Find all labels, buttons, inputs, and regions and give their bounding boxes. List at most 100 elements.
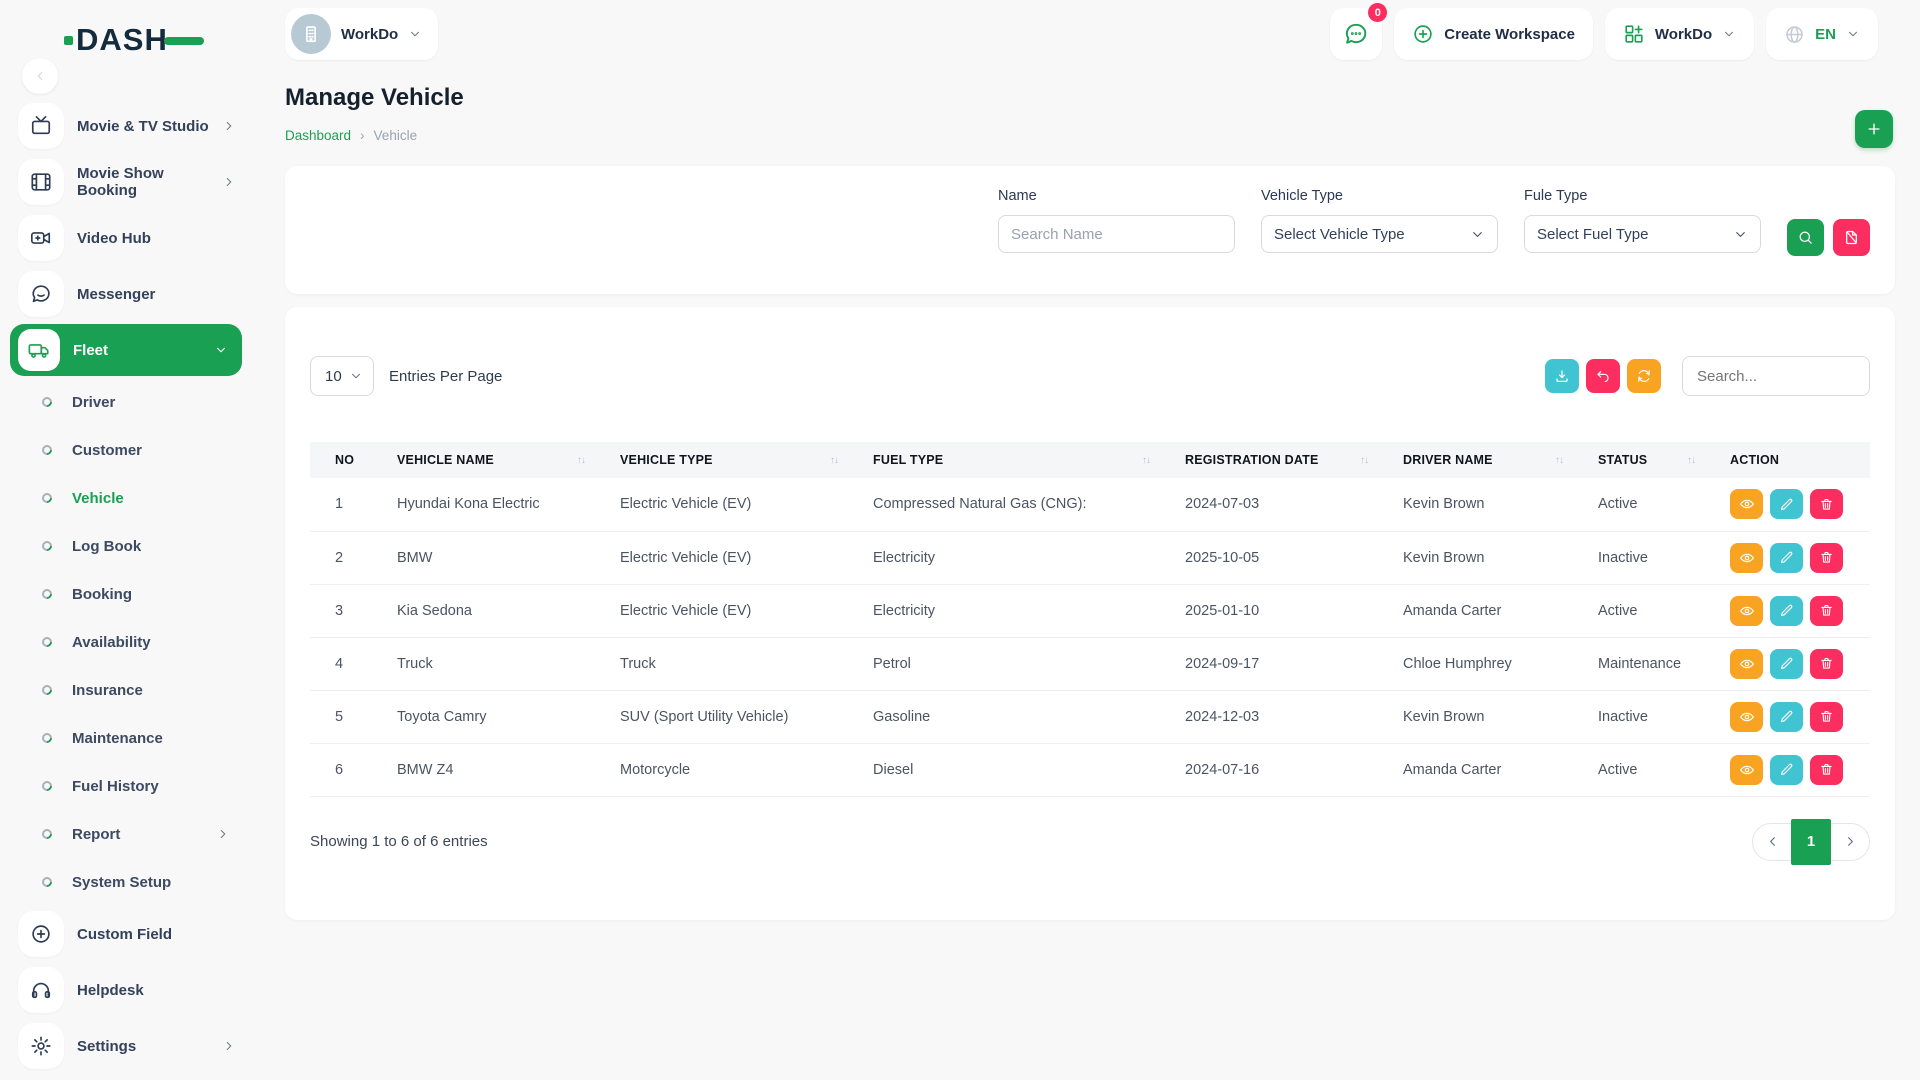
cell-vehicle-type: SUV (Sport Utility Vehicle): [595, 690, 848, 743]
sidebar-item-label: Maintenance: [72, 730, 163, 747]
logo-accent-bar: [164, 37, 204, 45]
sidebar-item-maintenance[interactable]: Maintenance: [0, 714, 252, 762]
view-button[interactable]: [1730, 543, 1763, 573]
cell-no: 1: [310, 478, 372, 531]
cell-vehicle-name: Hyundai Kona Electric: [372, 478, 595, 531]
eye-icon: [1739, 656, 1755, 672]
delete-button[interactable]: [1810, 489, 1843, 519]
edit-button[interactable]: [1770, 543, 1803, 573]
refresh-button[interactable]: [1627, 359, 1661, 393]
sidebar-item-insurance[interactable]: Insurance: [0, 666, 252, 714]
eye-icon: [1739, 709, 1755, 725]
cell-vehicle-type: Electric Vehicle (EV): [595, 531, 848, 584]
edit-button[interactable]: [1770, 489, 1803, 519]
sidebar-item-label: Helpdesk: [77, 982, 144, 999]
sidebar-item-report[interactable]: Report: [0, 810, 252, 858]
delete-button[interactable]: [1810, 596, 1843, 626]
export-button[interactable]: [1545, 359, 1579, 393]
filter-name-label: Name: [998, 188, 1235, 204]
cell-actions: [1705, 531, 1870, 584]
sidebar-item-label: Vehicle: [72, 490, 124, 507]
logo-text: DASH: [76, 22, 168, 58]
sidebar-item-video-hub[interactable]: Video Hub: [0, 210, 252, 266]
page-size-select[interactable]: 10: [310, 356, 374, 396]
sidebar-item-label: Log Book: [72, 538, 141, 555]
view-button[interactable]: [1730, 702, 1763, 732]
column-header-fuel-type[interactable]: FUEL TYPE↑↓: [848, 442, 1160, 478]
apply-filter-button[interactable]: [1787, 219, 1824, 256]
sidebar-item-movie-show-booking[interactable]: Movie Show Booking: [0, 154, 252, 210]
chevron-right-icon: [1843, 834, 1858, 849]
cell-registration-date: 2025-01-10: [1160, 584, 1378, 637]
cell-driver-name: Kevin Brown: [1378, 478, 1573, 531]
sidebar-item-label: Messenger: [77, 286, 155, 303]
sidebar-item-customer[interactable]: Customer: [0, 426, 252, 474]
sidebar-item-messenger[interactable]: Messenger: [0, 266, 252, 322]
table-row: 2 BMW Electric Vehicle (EV) Electricity …: [310, 531, 1870, 584]
vehicle-type-select[interactable]: Select Vehicle Type: [1261, 215, 1498, 253]
name-search-input[interactable]: [998, 215, 1235, 253]
pagination-prev-button[interactable]: [1753, 824, 1791, 860]
table-footer: Showing 1 to 6 of 6 entries 1: [310, 823, 1870, 861]
delete-button[interactable]: [1810, 649, 1843, 679]
column-header-driver-name[interactable]: DRIVER NAME↑↓: [1378, 442, 1573, 478]
pagination-page-1[interactable]: 1: [1791, 819, 1831, 865]
sidebar-item-movie-tv-studio[interactable]: Movie & TV Studio: [0, 98, 252, 154]
column-header-status[interactable]: STATUS↑↓: [1573, 442, 1705, 478]
view-button[interactable]: [1730, 489, 1763, 519]
pencil-icon: [1779, 762, 1794, 777]
sidebar-item-vehicle[interactable]: Vehicle: [0, 474, 252, 522]
table-search-input[interactable]: [1682, 356, 1870, 396]
sidebar-item-booking[interactable]: Booking: [0, 570, 252, 618]
cell-fuel-type: Compressed Natural Gas (CNG):: [848, 478, 1160, 531]
edit-button[interactable]: [1770, 596, 1803, 626]
column-header-registration-date[interactable]: REGISTRATION DATE↑↓: [1160, 442, 1378, 478]
table-toolbar: 10 Entries Per Page: [310, 356, 1870, 396]
pencil-icon: [1779, 497, 1794, 512]
chevron-down-icon: [1733, 227, 1748, 242]
cell-no: 2: [310, 531, 372, 584]
sidebar-item-label: Driver: [72, 394, 115, 411]
plus-icon: [1865, 120, 1883, 138]
cell-registration-date: 2024-12-03: [1160, 690, 1378, 743]
view-button[interactable]: [1730, 755, 1763, 785]
eye-icon: [1739, 496, 1755, 512]
column-header-vehicle-type[interactable]: VEHICLE TYPE↑↓: [595, 442, 848, 478]
delete-button[interactable]: [1810, 543, 1843, 573]
sidebar-item-availability[interactable]: Availability: [0, 618, 252, 666]
sidebar-item-log-book[interactable]: Log Book: [0, 522, 252, 570]
logo-accent-square: [64, 36, 73, 45]
pagination-next-button[interactable]: [1831, 824, 1869, 860]
sidebar-item-custom-field[interactable]: Custom Field: [0, 906, 252, 962]
breadcrumb-dashboard-link[interactable]: Dashboard: [285, 128, 351, 143]
breadcrumb-separator: ›: [360, 128, 365, 143]
view-button[interactable]: [1730, 649, 1763, 679]
table-row: 1 Hyundai Kona Electric Electric Vehicle…: [310, 478, 1870, 531]
cell-actions: [1705, 690, 1870, 743]
cell-vehicle-name: BMW: [372, 531, 595, 584]
sidebar-item-helpdesk[interactable]: Helpdesk: [0, 962, 252, 1018]
filter-actions: [1787, 219, 1870, 256]
pencil-icon: [1779, 550, 1794, 565]
sidebar-item-fuel-history[interactable]: Fuel History: [0, 762, 252, 810]
cell-fuel-type: Diesel: [848, 743, 1160, 796]
cell-status: Maintenance: [1573, 637, 1705, 690]
edit-button[interactable]: [1770, 649, 1803, 679]
delete-button[interactable]: [1810, 702, 1843, 732]
sidebar-toggle-button[interactable]: [22, 58, 58, 94]
add-vehicle-button[interactable]: [1855, 110, 1893, 148]
pagination: 1: [1752, 823, 1870, 861]
column-header-vehicle-name[interactable]: VEHICLE NAME↑↓: [372, 442, 595, 478]
view-button[interactable]: [1730, 596, 1763, 626]
delete-button[interactable]: [1810, 755, 1843, 785]
sidebar-item-settings[interactable]: Settings: [0, 1018, 252, 1074]
filter-fuel-type-field: Fule Type Select Fuel Type: [1524, 188, 1761, 253]
undo-button[interactable]: [1586, 359, 1620, 393]
sidebar-item-system-setup[interactable]: System Setup: [0, 858, 252, 906]
fuel-type-select[interactable]: Select Fuel Type: [1524, 215, 1761, 253]
reset-filter-button[interactable]: [1833, 219, 1870, 256]
sidebar-item-fleet[interactable]: Fleet: [10, 324, 242, 376]
edit-button[interactable]: [1770, 702, 1803, 732]
edit-button[interactable]: [1770, 755, 1803, 785]
sidebar-item-driver[interactable]: Driver: [0, 378, 252, 426]
